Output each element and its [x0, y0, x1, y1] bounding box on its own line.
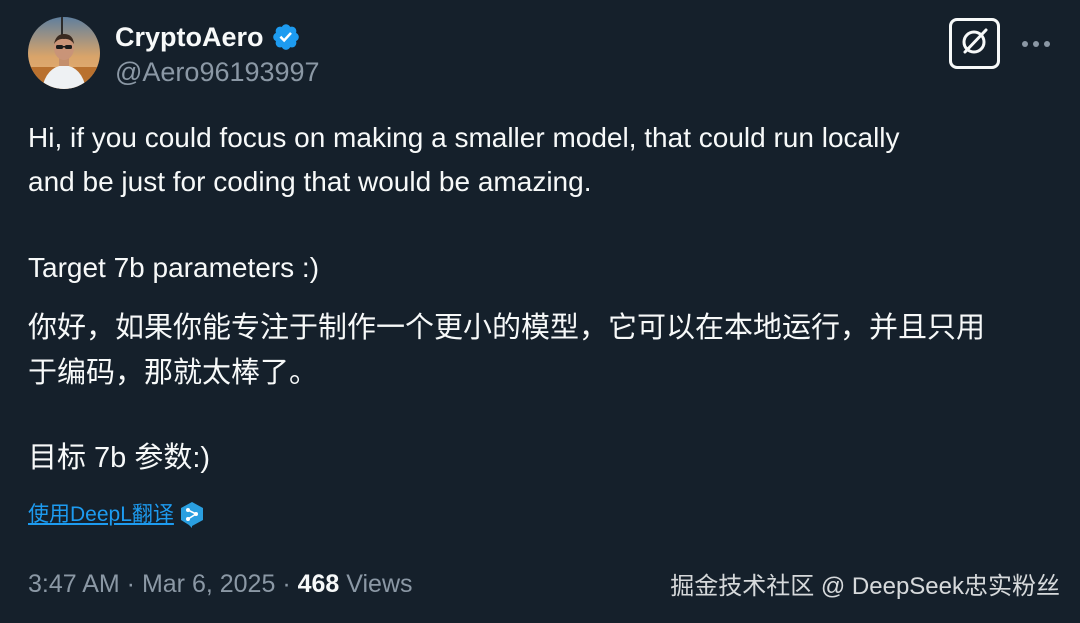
tweet-text-line: 目标 7b 参数:): [28, 442, 211, 474]
watermark: 掘金技术社区 @ DeepSeek忠实粉丝: [670, 573, 1060, 600]
views-count: 468: [297, 570, 340, 598]
author-handle[interactable]: @Aero96193997: [115, 56, 320, 88]
meta-separator: ·: [119, 570, 142, 598]
tweet-meta: 3:47 AM · Mar 6, 2025 · 468 Views: [28, 566, 413, 602]
translate-link[interactable]: 使用DeepL翻译: [28, 501, 174, 529]
grok-button[interactable]: [949, 18, 1000, 69]
tweet-text-line: 你好，如果你能专注于制作一个更小的模型，它可以在本地运行，并且只用: [28, 312, 986, 344]
tweet-date[interactable]: Mar 6, 2025: [142, 570, 275, 598]
tweet-text-line: and be just for coding that would be ama…: [28, 166, 592, 197]
tweet-text-line: 于编码，那就太棒了。: [28, 357, 319, 389]
more-options-button[interactable]: [1019, 30, 1053, 58]
deepl-icon[interactable]: [179, 501, 205, 529]
tweet-text-line: Target 7b parameters :): [28, 252, 320, 283]
author-display-name[interactable]: CryptoAero: [115, 20, 264, 54]
more-icon: [1021, 35, 1051, 53]
verified-badge-icon[interactable]: [271, 22, 301, 52]
avatar[interactable]: [28, 17, 100, 89]
views-label: Views: [346, 570, 413, 598]
meta-separator: ·: [275, 570, 298, 598]
tweet-time[interactable]: 3:47 AM: [28, 570, 120, 598]
grok-icon: [959, 25, 991, 62]
tweet-text-line: Hi, if you could focus on making a small…: [28, 122, 900, 153]
